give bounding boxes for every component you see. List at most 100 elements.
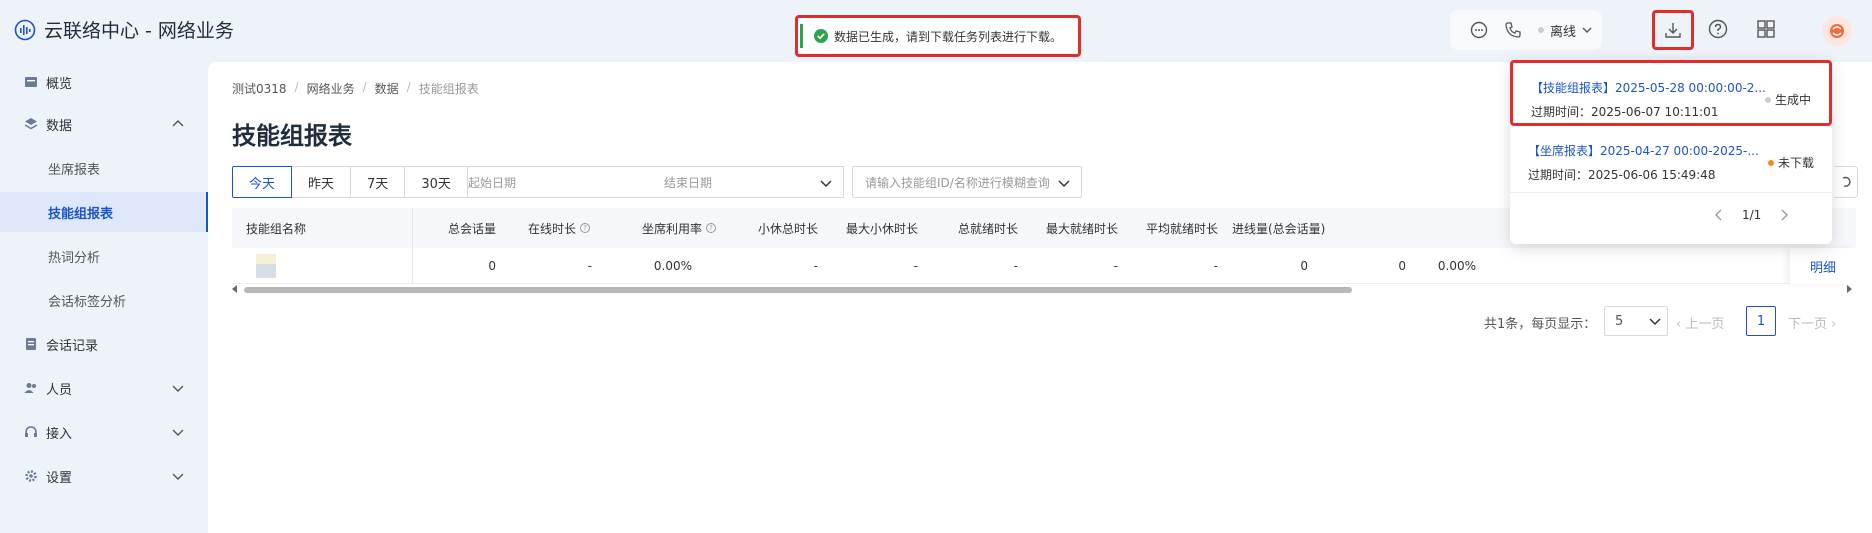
cell-max-ready: - [1113, 258, 1118, 273]
pagination-total: 共1条，每页显示： [1484, 317, 1597, 332]
headset-icon [25, 426, 37, 437]
chevron-left-icon[interactable] [1714, 209, 1724, 221]
page-size-value: 5 [1615, 313, 1624, 329]
chevron-down-icon [1582, 27, 1592, 33]
search-placeholder: 请输入技能组ID/名称进行模糊查询 [865, 175, 1050, 190]
range-7days-button[interactable]: 7天 [350, 166, 406, 198]
chevron-down-icon [172, 385, 184, 392]
cell-agent-utilization: 0.00% [653, 258, 692, 273]
cell-online-duration: - [587, 258, 592, 273]
sidebar-item-session-records[interactable]: 会话记录 [0, 324, 208, 364]
col-max-break: 最大小休时长 [845, 221, 918, 236]
chevron-up-icon [172, 120, 184, 127]
sidebar-item-label: 接入 [46, 426, 73, 442]
sidebar-item-label: 会话记录 [46, 338, 99, 354]
sidebar-item-people[interactable]: 人员 [0, 368, 208, 408]
chevron-down-icon [172, 429, 184, 436]
records-icon [26, 338, 36, 350]
range-today-button[interactable]: 今天 [232, 166, 293, 198]
download-tasks-page: 1/1 [1742, 208, 1762, 222]
breadcrumb-item[interactable]: 网络业务 [307, 80, 355, 97]
sidebar-item-hotword-analysis[interactable]: 热词分析 [0, 236, 208, 276]
date-range-picker[interactable]: 起始日期 结束日期 [456, 166, 844, 198]
download-task-item[interactable]: 【技能组报表】2025-05-28 00:00:00-2... 过期时间：202… [1510, 60, 1832, 126]
col-label: 坐席利用率 [642, 221, 703, 236]
table-row: 0 - 0.00% - - - - - 0 0 0.00% [232, 248, 1856, 284]
date-range-tabs: 今天 昨天 7天 30天 [232, 166, 468, 198]
download-task-status: 未下载 [1767, 154, 1814, 171]
cell-max-break: - [913, 258, 918, 273]
next-page-label: 下一页 [1788, 317, 1828, 332]
breadcrumb-item[interactable]: 测试0318 [232, 80, 287, 97]
download-task-status-label: 生成中 [1774, 93, 1811, 107]
question-icon[interactable]: ? [580, 223, 591, 233]
skill-group-name-placeholder [256, 254, 276, 278]
question-icon[interactable]: ? [706, 223, 717, 233]
sidebar-item-label: 人员 [46, 382, 73, 398]
cell-avg-ready: - [1213, 258, 1218, 273]
scrollbar-thumb[interactable] [244, 287, 1352, 293]
detail-column: 明细 [1790, 248, 1856, 284]
sidebar-item-settings[interactable]: 设置 [0, 456, 208, 496]
prev-page-button[interactable]: ‹ 上一页 [1676, 313, 1724, 332]
divider [1510, 192, 1832, 193]
download-task-expire: 过期时间：2025-06-07 10:11:01 [1531, 105, 1719, 119]
sidebar-item-label: 数据 [46, 118, 73, 134]
skill-group-search-select[interactable]: 请输入技能组ID/名称进行模糊查询 [852, 166, 1082, 198]
phone-icon[interactable] [1504, 21, 1522, 39]
app-title: 云联络中心 - 网络业务 [44, 20, 234, 42]
sidebar-item-overview[interactable]: 概览 [0, 62, 208, 102]
start-date-input[interactable]: 起始日期 [468, 174, 516, 191]
breadcrumb-item[interactable]: 数据 [375, 80, 399, 97]
breadcrumb-separator: / [406, 80, 411, 94]
breadcrumb-current: 技能组报表 [418, 82, 479, 96]
breadcrumb-separator: / [294, 80, 299, 94]
user-avatar[interactable] [1822, 16, 1852, 46]
page-number-button[interactable]: 1 [1746, 306, 1776, 336]
cell-total-ready: - [1013, 258, 1018, 273]
sidebar-item-label: 概览 [46, 76, 73, 92]
check-circle-icon [814, 29, 828, 43]
col-total-ready: 总就绪时长 [957, 221, 1018, 236]
sidebar-item-session-tag-analysis[interactable]: 会话标签分析 [0, 280, 208, 320]
sidebar-item-skill-group-report[interactable]: 技能组报表 [0, 192, 208, 232]
page-size-select[interactable]: 5 [1604, 306, 1668, 336]
cell-total-sessions: 0 [488, 258, 496, 273]
chevron-down-icon [820, 180, 832, 188]
table-horizontal-scrollbar[interactable] [232, 284, 1856, 294]
col-avg-ready: 平均就绪时长 [1145, 221, 1218, 236]
cell-total-break: - [813, 258, 818, 273]
detail-link[interactable]: 明细 [1810, 257, 1836, 276]
agent-status-select[interactable]: 离线 [1538, 21, 1592, 40]
download-task-name[interactable]: 【坐席报表】2025-04-27 00:00-2025-... [1528, 142, 1759, 159]
scroll-right-arrow[interactable] [1847, 285, 1852, 293]
apps-grid-icon[interactable] [1756, 19, 1776, 39]
help-icon[interactable] [1708, 19, 1728, 39]
col-total-break: 小休总时长 [757, 221, 818, 236]
status-dot [1538, 27, 1544, 33]
status-dot [1767, 159, 1774, 166]
range-yesterday-button[interactable]: 昨天 [291, 166, 352, 198]
download-task-item[interactable]: 【坐席报表】2025-04-27 00:00-2025-... 过期时间：202… [1510, 126, 1832, 192]
next-page-button[interactable]: 下一页 › [1788, 313, 1836, 332]
download-tasks-pager: 1/1 [1714, 208, 1789, 222]
col-inbound: 进线量(总会话量) [1232, 221, 1326, 236]
download-tasks-button[interactable] [1652, 10, 1694, 50]
col-label: 在线时长 [528, 221, 577, 236]
sidebar-item-agent-report[interactable]: 坐席报表 [0, 148, 208, 188]
chevron-right-icon[interactable] [1779, 209, 1789, 221]
download-icon [1665, 23, 1681, 38]
breadcrumb-separator: / [362, 80, 367, 94]
sidebar-item-label: 设置 [46, 470, 73, 486]
cell-inbound: 0 [1300, 258, 1308, 273]
app-logo[interactable]: 云联络中心 - 网络业务 [14, 16, 234, 43]
sidebar-item-access[interactable]: 接入 [0, 412, 208, 452]
refresh-button[interactable] [1834, 166, 1858, 198]
sidebar-item-data[interactable]: 数据 [0, 104, 208, 144]
end-date-input[interactable]: 结束日期 [664, 174, 712, 191]
scroll-left-arrow[interactable] [232, 285, 237, 293]
chat-bubble-icon[interactable] [1470, 21, 1488, 39]
download-task-name[interactable]: 【技能组报表】2025-05-28 00:00:00-2... [1531, 79, 1766, 96]
layers-icon [24, 118, 38, 130]
column-divider [412, 208, 413, 284]
